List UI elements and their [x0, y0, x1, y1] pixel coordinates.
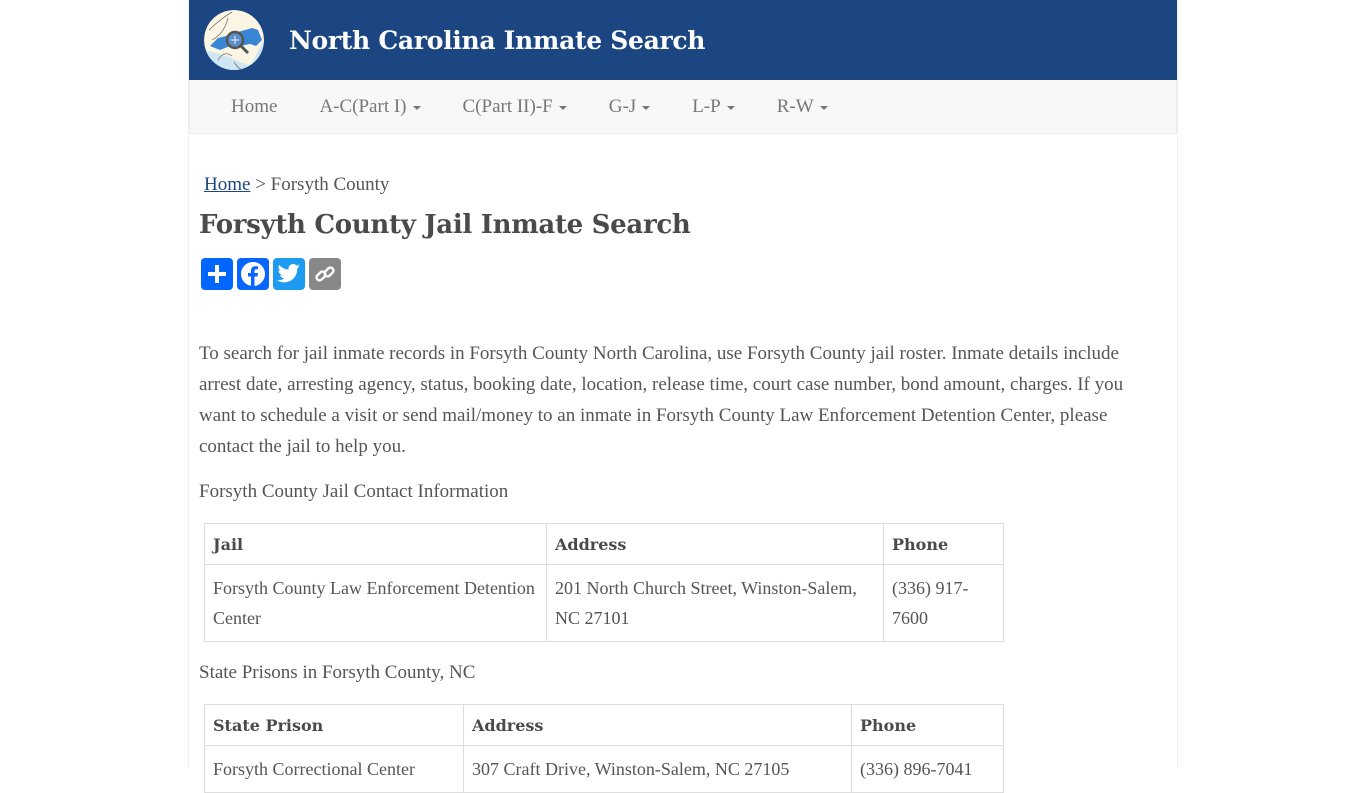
intro-paragraph: To search for jail inmate records in For… — [199, 343, 1124, 457]
nav-g-j[interactable]: G-J — [588, 96, 671, 118]
main-content: Home > Forsyth County Forsyth County Jai… — [189, 174, 1177, 793]
caret-down-icon — [642, 106, 651, 110]
nav-c-part-ii-f-label: C(Part II)-F — [462, 95, 553, 117]
caret-down-icon — [412, 106, 421, 110]
nav-a-c-part-i[interactable]: A-C(Part I) — [298, 96, 441, 118]
facebook-icon — [241, 262, 265, 286]
column-header-jail: Jail — [204, 523, 547, 565]
jail-address-cell: 201 North Church Street, Winston-Salem, … — [546, 564, 884, 642]
caret-down-icon — [819, 106, 828, 110]
nav-c-part-ii-f[interactable]: C(Part II)-F — [442, 96, 588, 118]
nav-r-w[interactable]: R-W — [756, 96, 849, 118]
column-header-phone: Phone — [883, 523, 1004, 565]
nav-l-p[interactable]: L-P — [671, 96, 756, 118]
main-navbar: Home A-C(Part I) C(Part II)-F G-J L-P R-… — [189, 80, 1177, 134]
prison-address-cell: 307 Craft Drive, Winston-Salem, NC 27105 — [463, 745, 852, 793]
jail-name-cell: Forsyth County Law Enforcement Detention… — [204, 564, 547, 642]
state-prisons-heading: State Prisons in Forsyth County, NC — [199, 662, 476, 683]
page-title: Forsyth County Jail Inmate Search — [199, 210, 691, 240]
share-button[interactable] — [201, 258, 233, 290]
column-header-state-prison: State Prison — [204, 704, 464, 746]
table-header-row: Jail Address Phone — [204, 523, 1004, 565]
nav-r-w-label: R-W — [776, 95, 814, 117]
table-row: Forsyth County Law Enforcement Detention… — [204, 564, 1004, 642]
caret-down-icon — [726, 106, 735, 110]
page-container: North Carolina Inmate Search Home A-C(Pa… — [188, 0, 1178, 793]
table-row: Forsyth Correctional Center 307 Craft Dr… — [204, 745, 1004, 793]
nav-g-j-label: G-J — [608, 95, 637, 117]
share-buttons — [201, 258, 1167, 290]
nc-map-logo-icon[interactable] — [204, 10, 264, 70]
column-header-phone: Phone — [851, 704, 1004, 746]
state-prisons-table: State Prison Address Phone Forsyth Corre… — [204, 704, 1004, 793]
column-header-address: Address — [463, 704, 852, 746]
breadcrumb-current: Forsyth County — [270, 174, 390, 195]
breadcrumb-home-link[interactable]: Home — [204, 174, 250, 195]
site-title-link[interactable]: North Carolina Inmate Search — [289, 26, 705, 55]
jail-contact-heading: Forsyth County Jail Contact Information — [199, 481, 509, 502]
twitter-share-button[interactable] — [273, 258, 305, 290]
site-header: North Carolina Inmate Search — [189, 0, 1177, 80]
copy-link-button[interactable] — [309, 258, 341, 290]
twitter-icon — [277, 264, 300, 283]
nav-home[interactable]: Home — [210, 96, 298, 118]
breadcrumb-separator: > — [255, 174, 266, 195]
caret-down-icon — [558, 106, 567, 110]
prison-phone-cell: (336) 896-7041 — [851, 745, 1004, 793]
table-header-row: State Prison Address Phone — [204, 704, 1004, 746]
nav-a-c-part-i-label: A-C(Part I) — [319, 95, 407, 117]
plus-icon — [208, 265, 226, 283]
jail-contact-table: Jail Address Phone Forsyth County Law En… — [204, 523, 1004, 642]
prison-name-cell: Forsyth Correctional Center — [204, 745, 464, 793]
link-icon — [315, 266, 335, 282]
nav-l-p-label: L-P — [692, 95, 721, 117]
jail-phone-cell: (336) 917-7600 — [883, 564, 1004, 642]
nav-home-label: Home — [231, 95, 278, 117]
facebook-share-button[interactable] — [237, 258, 269, 290]
breadcrumb: Home > Forsyth County — [199, 174, 1167, 196]
column-header-address: Address — [546, 523, 884, 565]
